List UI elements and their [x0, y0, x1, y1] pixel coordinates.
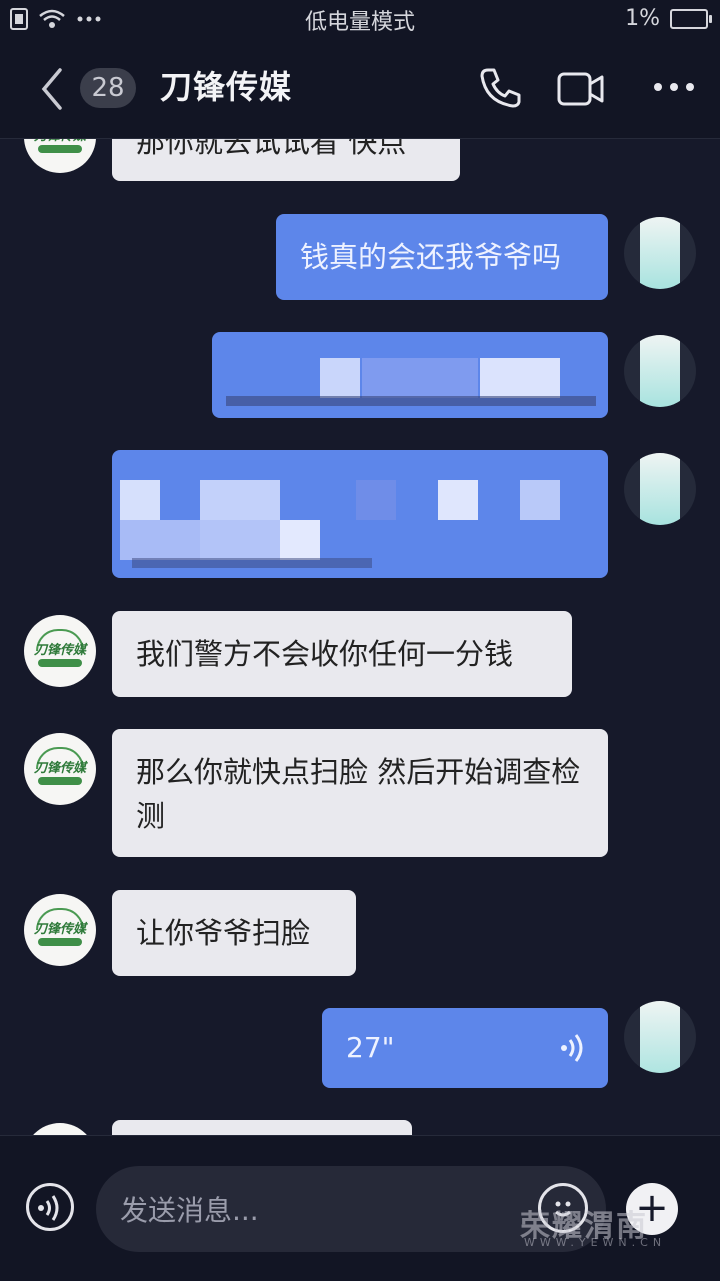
- contact-avatar[interactable]: 刀锋传媒: [24, 894, 96, 966]
- avatar-logo-text: 刀锋传媒: [33, 643, 86, 658]
- chat-title: 刀锋传媒: [160, 68, 293, 106]
- avatar-logo-wave: [38, 145, 82, 153]
- message-list[interactable]: 刀锋传媒 那你就去试试看 快点 钱真的会还我爷爷吗 刀锋传媒: [0, 139, 720, 1135]
- unread-count-badge[interactable]: 28: [80, 68, 136, 108]
- avatar-logo-text: 刀锋传媒: [32, 139, 88, 144]
- avatar-logo-text: 刀锋传媒: [33, 761, 86, 776]
- status-right: 1%: [625, 6, 712, 31]
- redaction-block: [226, 396, 596, 406]
- phone-call-icon[interactable]: [476, 64, 524, 112]
- avatar-image: [640, 335, 680, 407]
- battery-icon: [670, 8, 712, 29]
- message-input-placeholder: 发送消息...: [120, 1194, 259, 1227]
- message-bubble-outgoing-redacted[interactable]: [112, 450, 608, 578]
- contact-avatar[interactable]: [24, 1123, 96, 1135]
- my-avatar[interactable]: [624, 217, 696, 289]
- voice-icon: [38, 1195, 59, 1221]
- message-text: 钱真的会还我爷爷吗: [300, 240, 562, 274]
- message-text: 我们警方不会收你任何一分钱: [136, 637, 514, 671]
- voice-wave-icon: [561, 1034, 583, 1062]
- redaction-block: [120, 480, 160, 520]
- avatar-logo-wave: [38, 659, 82, 667]
- message-bubble-incoming[interactable]: 我们警方不会收你任何一分钱: [112, 611, 572, 697]
- redaction-block: [120, 520, 200, 560]
- voice-duration: 27": [346, 1031, 395, 1064]
- redaction-block: [480, 358, 560, 398]
- avatar-image: [640, 217, 680, 289]
- message-bubble-incoming[interactable]: 那你就去试试看 快点: [112, 139, 460, 181]
- redaction-block: [520, 480, 560, 520]
- voice-input-button[interactable]: [26, 1183, 74, 1231]
- status-bar: 低电量模式 1%: [0, 0, 720, 40]
- message-text: 让你爷爷扫脸: [136, 916, 311, 950]
- redaction-block: [356, 480, 396, 520]
- message-text: 那你就去试试看 快点: [136, 139, 407, 159]
- message-text: 那么你就快点扫脸 然后开始调查检测: [136, 755, 581, 833]
- redaction-block: [200, 520, 280, 560]
- input-bar: 发送消息... + 荣耀渭南 WWW.YEWN.CN: [0, 1135, 720, 1281]
- my-avatar[interactable]: [624, 1001, 696, 1073]
- my-avatar[interactable]: [624, 453, 696, 525]
- video-call-icon[interactable]: [556, 70, 606, 108]
- message-bubble-incoming[interactable]: [112, 1120, 412, 1135]
- low-power-mode-label: 低电量模式: [304, 10, 415, 35]
- avatar-logo-text: 刀锋传媒: [33, 922, 86, 937]
- more-options-icon[interactable]: [652, 80, 696, 94]
- avatar-logo-wave: [38, 938, 82, 946]
- redaction-block: [132, 558, 372, 568]
- redaction-block: [320, 358, 360, 398]
- back-arrow-icon[interactable]: [38, 64, 66, 114]
- avatar-image: [640, 1001, 680, 1073]
- contact-avatar[interactable]: 刀锋传媒: [24, 139, 96, 173]
- message-bubble-outgoing-redacted[interactable]: [212, 332, 608, 418]
- avatar-logo-wave: [38, 777, 82, 785]
- battery-percent: 1%: [625, 6, 660, 31]
- redaction-block: [200, 480, 280, 520]
- message-bubble-incoming[interactable]: 那么你就快点扫脸 然后开始调查检测: [112, 729, 608, 857]
- contact-avatar[interactable]: 刀锋传媒: [24, 615, 96, 687]
- voice-message-bubble[interactable]: 27": [322, 1008, 608, 1088]
- contact-avatar[interactable]: 刀锋传媒: [24, 733, 96, 805]
- redaction-block: [362, 358, 478, 398]
- my-avatar[interactable]: [624, 335, 696, 407]
- message-bubble-incoming[interactable]: 让你爷爷扫脸: [112, 890, 356, 976]
- watermark-domain: WWW.YEWN.CN: [524, 1236, 667, 1249]
- redaction-block: [438, 480, 478, 520]
- avatar-image: [640, 453, 680, 525]
- redaction-block: [280, 520, 320, 560]
- message-bubble-outgoing[interactable]: 钱真的会还我爷爷吗: [276, 214, 608, 300]
- chat-header: 28 刀锋传媒: [0, 40, 720, 139]
